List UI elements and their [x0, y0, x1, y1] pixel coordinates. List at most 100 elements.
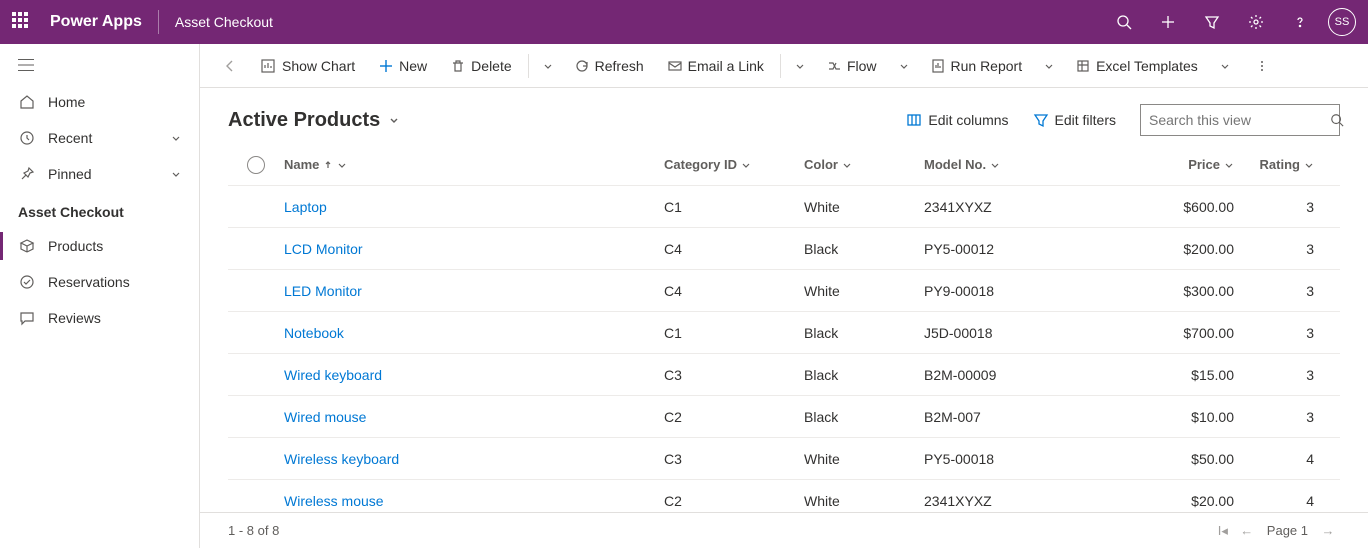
- delete-button[interactable]: Delete: [441, 50, 521, 82]
- cell-model: PY5-00018: [924, 451, 1114, 467]
- cell-name[interactable]: Notebook: [284, 325, 664, 341]
- cell-name[interactable]: Wired keyboard: [284, 367, 664, 383]
- report-dropdown[interactable]: [1036, 50, 1062, 82]
- table-row[interactable]: Wireless keyboardC3WhitePY5-00018$50.004: [228, 438, 1340, 480]
- cell-name[interactable]: Wireless mouse: [284, 493, 664, 509]
- columns-icon: [906, 112, 922, 128]
- column-rating[interactable]: Rating: [1234, 157, 1314, 172]
- refresh-icon: [575, 59, 589, 73]
- sidebar-label: Reviews: [48, 310, 101, 326]
- sidebar-toggle[interactable]: [0, 50, 199, 84]
- cell-category: C2: [664, 493, 804, 509]
- cell-rating: 4: [1234, 493, 1314, 509]
- column-model[interactable]: Model No.: [924, 157, 1114, 172]
- chat-icon: [18, 310, 36, 326]
- next-page-button[interactable]: →: [1316, 523, 1340, 538]
- show-chart-button[interactable]: Show Chart: [250, 50, 365, 82]
- cell-price: $200.00: [1114, 241, 1234, 257]
- cell-category: C3: [664, 451, 804, 467]
- search-input[interactable]: [1149, 112, 1330, 128]
- cell-rating: 3: [1234, 283, 1314, 299]
- cell-name[interactable]: LCD Monitor: [284, 241, 664, 257]
- cell-name[interactable]: Wireless keyboard: [284, 451, 664, 467]
- first-page-button[interactable]: I◂: [1211, 523, 1235, 539]
- new-button[interactable]: New: [369, 50, 437, 82]
- column-name[interactable]: Name: [284, 157, 664, 172]
- cell-price: $700.00: [1114, 325, 1234, 341]
- table-row[interactable]: LCD MonitorC4BlackPY5-00012$200.003: [228, 228, 1340, 270]
- column-category[interactable]: Category ID: [664, 157, 804, 172]
- table-row[interactable]: LaptopC1White2341XYXZ$600.003: [228, 186, 1340, 228]
- prev-page-button[interactable]: ←: [1235, 523, 1259, 538]
- cell-color: White: [804, 451, 924, 467]
- view-selector[interactable]: Active Products: [228, 109, 400, 132]
- table-row[interactable]: Wired keyboardC3BlackB2M-00009$15.003: [228, 354, 1340, 396]
- chart-icon: [260, 58, 276, 74]
- cell-name[interactable]: LED Monitor: [284, 283, 664, 299]
- cube-icon: [18, 238, 36, 254]
- run-report-button[interactable]: Run Report: [921, 50, 1033, 82]
- search-view-box[interactable]: [1140, 104, 1340, 136]
- main-area: Show Chart New Delete Refresh Email a Li…: [200, 44, 1368, 548]
- delete-dropdown[interactable]: [535, 50, 561, 82]
- search-icon[interactable]: [1330, 113, 1344, 127]
- flow-dropdown[interactable]: [891, 50, 917, 82]
- app-launcher-icon[interactable]: [12, 12, 32, 32]
- environment-name[interactable]: Asset Checkout: [175, 14, 273, 30]
- email-dropdown[interactable]: [787, 50, 813, 82]
- grid-footer: 1 - 8 of 8 I◂ ← Page 1 →: [200, 512, 1368, 548]
- excel-dropdown[interactable]: [1212, 50, 1238, 82]
- column-color[interactable]: Color: [804, 157, 924, 172]
- sidebar-item-recent[interactable]: Recent: [0, 120, 199, 156]
- separator: [528, 54, 529, 78]
- cell-rating: 3: [1234, 325, 1314, 341]
- table-row[interactable]: NotebookC1BlackJ5D-00018$700.003: [228, 312, 1340, 354]
- sidebar-item-products[interactable]: Products: [0, 228, 199, 264]
- table-row[interactable]: LED MonitorC4WhitePY9-00018$300.003: [228, 270, 1340, 312]
- sidebar-label: Products: [48, 238, 103, 254]
- table-row[interactable]: Wireless mouseC2White2341XYXZ$20.004: [228, 480, 1340, 512]
- cell-category: C4: [664, 283, 804, 299]
- sidebar-item-pinned[interactable]: Pinned: [0, 156, 199, 192]
- column-price[interactable]: Price: [1114, 157, 1234, 172]
- cell-model: 2341XYXZ: [924, 493, 1114, 509]
- trash-icon: [451, 59, 465, 73]
- add-icon[interactable]: [1146, 0, 1190, 44]
- back-button[interactable]: [214, 50, 246, 82]
- select-all[interactable]: [228, 156, 284, 174]
- filter-icon[interactable]: [1190, 0, 1234, 44]
- refresh-button[interactable]: Refresh: [565, 50, 654, 82]
- help-icon[interactable]: [1278, 0, 1322, 44]
- sidebar-section: Asset Checkout: [0, 192, 199, 228]
- cell-name[interactable]: Wired mouse: [284, 409, 664, 425]
- more-commands[interactable]: [1246, 59, 1278, 73]
- cell-category: C3: [664, 367, 804, 383]
- cell-color: White: [804, 283, 924, 299]
- flow-button[interactable]: Flow: [817, 50, 887, 82]
- user-avatar[interactable]: SS: [1328, 8, 1356, 36]
- cell-price: $20.00: [1114, 493, 1234, 509]
- excel-templates-button[interactable]: Excel Templates: [1066, 50, 1208, 82]
- sidebar-item-reservations[interactable]: Reservations: [0, 264, 199, 300]
- sidebar-item-home[interactable]: Home: [0, 84, 199, 120]
- cell-model: B2M-00009: [924, 367, 1114, 383]
- check-circle-icon: [18, 274, 36, 290]
- chevron-down-icon: [388, 114, 400, 126]
- cell-color: Black: [804, 367, 924, 383]
- table-row[interactable]: Wired mouseC2BlackB2M-007$10.003: [228, 396, 1340, 438]
- report-icon: [931, 59, 945, 73]
- clock-icon: [18, 130, 36, 146]
- email-link-button[interactable]: Email a Link: [658, 50, 774, 82]
- search-icon[interactable]: [1102, 0, 1146, 44]
- sidebar-item-reviews[interactable]: Reviews: [0, 300, 199, 336]
- cell-price: $50.00: [1114, 451, 1234, 467]
- view-bar: Active Products Edit columns Edit filter…: [200, 88, 1368, 144]
- cell-name[interactable]: Laptop: [284, 199, 664, 215]
- sidebar-label: Home: [48, 94, 85, 110]
- edit-filters-button[interactable]: Edit filters: [1033, 112, 1116, 128]
- settings-icon[interactable]: [1234, 0, 1278, 44]
- cell-color: White: [804, 493, 924, 509]
- app-name: Power Apps: [50, 13, 142, 31]
- filter-icon: [1033, 112, 1049, 128]
- edit-columns-button[interactable]: Edit columns: [906, 112, 1008, 128]
